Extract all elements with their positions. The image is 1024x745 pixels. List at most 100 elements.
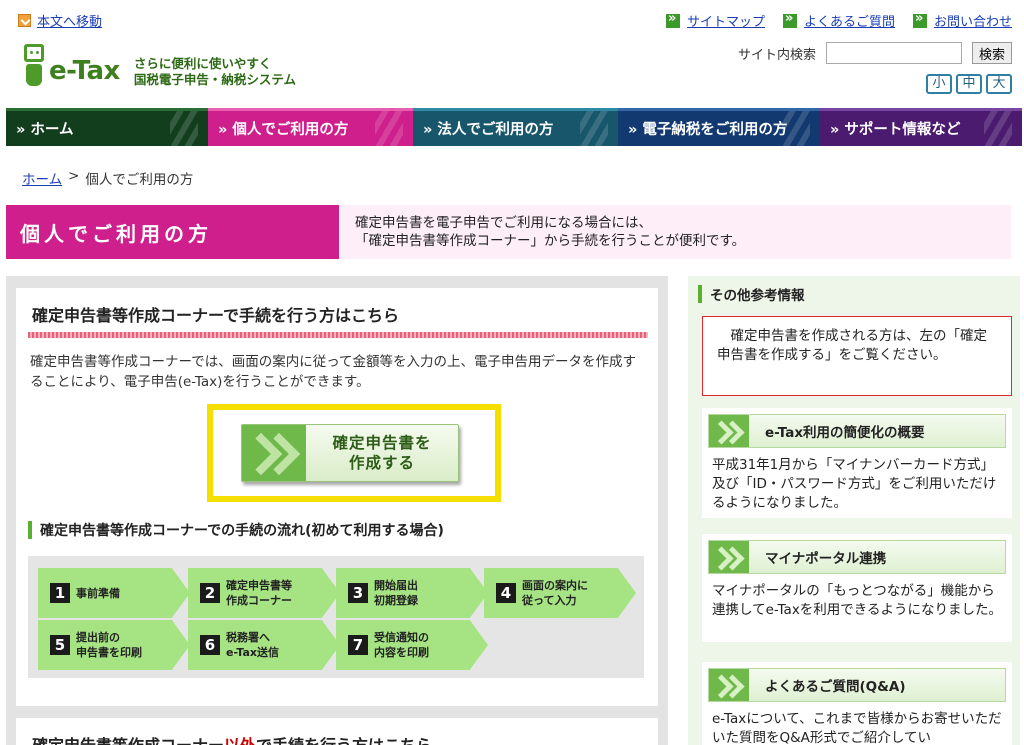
create-return-section: 確定申告書等作成コーナーで手続を行う方はこちら 確定申告書等作成コーナーでは、画…: [16, 288, 658, 706]
flow-step-4: 4 画面の案内に 従って入力: [484, 568, 636, 618]
sidebar-block-faq: よくあるご質問(Q&A) e-Taxについて、これまで皆様からお寄せいただいた質…: [702, 662, 1012, 745]
cta-line1: 確定申告書を: [332, 434, 432, 452]
section-title: 確定申告書等作成コーナーで手続を行う方はこちら: [32, 306, 400, 325]
sidebar-note: 確定申告書を作成される方は、左の「確定申告書を作成する」をご覧ください。: [702, 316, 1012, 396]
skip-link[interactable]: 本文へ移動: [37, 11, 102, 30]
nav-corporate[interactable]: » 法人でご利用の方: [413, 108, 618, 146]
block-body: 平成31年1月から「マイナンバーカード方式」及び「ID・パスワード方式」をご利用…: [712, 457, 997, 511]
heading-bar: [28, 521, 32, 539]
intro-line2: 「確定申告書等作成コーナー」から手続を行うことが便利です。: [355, 233, 746, 249]
flow-step-3: 3 開始届出 初期登録: [336, 568, 488, 618]
step-number: 2: [200, 583, 220, 603]
double-chevron-icon: [242, 425, 306, 481]
main-content: 確定申告書等作成コーナーで手続を行う方はこちら 確定申告書等作成コーナーでは、画…: [6, 276, 668, 745]
contact-link-item[interactable]: お問い合わせ: [912, 11, 1012, 30]
page-intro: 確定申告書を電子申告でご利用になる場合には、 「確定申告書等作成コーナー」から手…: [339, 205, 1011, 259]
double-chevron-icon: [709, 669, 749, 701]
faq-link[interactable]: よくあるご質問: [804, 11, 895, 30]
step-number: 4: [496, 583, 516, 603]
arrow-right-icon: [912, 11, 927, 28]
heading-bar: [698, 285, 702, 303]
other-method-section: 確定申告書等作成コーナー以外で手続を行う方はこちら: [16, 718, 658, 745]
faq-link-item[interactable]: よくあるご質問: [782, 11, 895, 30]
flow-step-5: 5 提出前の 申告書を印刷: [38, 620, 190, 670]
sidebar-block-simplification: e-Tax利用の簡便化の概要 平成31年1月から「マイナンバーカード方式」及び「…: [702, 408, 1012, 518]
flow-step-7: 7 受信通知の 内容を印刷: [336, 620, 488, 670]
font-size-small-button[interactable]: 小: [926, 74, 952, 94]
step-label: 画面の案内に 従って入力: [522, 579, 588, 607]
nav-individual[interactable]: » 個人でご利用の方: [208, 108, 413, 146]
search-button[interactable]: 検索: [971, 42, 1012, 64]
flow-step-2: 2 確定申告書等 作成コーナー: [188, 568, 340, 618]
sidebar-heading: その他参考情報: [698, 284, 805, 304]
step-label: 開始届出 初期登録: [374, 579, 418, 607]
sitemap-link-item[interactable]: サイトマップ: [665, 11, 765, 30]
breadcrumb-separator: >: [68, 168, 80, 184]
block-title: マイナポータル連携: [765, 551, 887, 567]
global-nav: » ホーム » 個人でご利用の方 » 法人でご利用の方 » 電子納税をご利用の方…: [6, 108, 1022, 146]
simplification-link[interactable]: e-Tax利用の簡便化の概要: [708, 414, 1006, 448]
nav-electronic-payment[interactable]: » 電子納税をご利用の方: [618, 108, 820, 146]
arrow-right-icon: [665, 11, 680, 28]
create-return-button[interactable]: 確定申告書を 作成する: [241, 424, 459, 482]
step-number: 5: [50, 635, 70, 655]
page-title: 個人でご利用の方: [6, 205, 339, 259]
step-number: 3: [348, 583, 368, 603]
step-number: 6: [200, 635, 220, 655]
breadcrumb-home[interactable]: ホーム: [22, 168, 62, 188]
sidebar-title: その他参考情報: [710, 288, 805, 304]
mynaportal-link[interactable]: マイナポータル連携: [708, 540, 1006, 574]
block-body: マイナポータルの「もっとつながる」機能から連携してe-Taxを利用できるようにな…: [712, 583, 1003, 618]
flow-steps: 1 事前準備 2 確定申告書等 作成コーナー 3 開始届出 初期登録 4 画面の案内…: [28, 556, 644, 678]
section2-title-a: 確定申告書等作成コーナー: [32, 736, 224, 745]
arrow-down-icon: [18, 14, 31, 27]
font-size-large-button[interactable]: 大: [986, 74, 1012, 94]
tagline-line1: さらに便利に使いやすく: [133, 56, 272, 71]
sidebar: その他参考情報 確定申告書を作成される方は、左の「確定申告書を作成する」をご覧く…: [688, 276, 1020, 745]
create-return-label: 確定申告書を 作成する: [306, 433, 458, 473]
block-body: e-Taxについて、これまで皆様からお寄せいただいた質問をQ&A形式でご紹介して…: [712, 711, 1002, 745]
step-label: 提出前の 申告書を印刷: [76, 631, 142, 659]
block-title: e-Tax利用の簡便化の概要: [765, 425, 925, 441]
etax-mascot-icon: [22, 40, 46, 92]
skip-to-content[interactable]: 本文へ移動: [18, 11, 102, 30]
flow-step-6: 6 税務署へ e-Tax送信: [188, 620, 340, 670]
step-number: 7: [348, 635, 368, 655]
brand-name: e-Tax: [49, 56, 120, 86]
faq-block-link[interactable]: よくあるご質問(Q&A): [708, 668, 1006, 702]
section2-title: 確定申告書等作成コーナー以外で手続を行う方はこちら: [32, 732, 432, 745]
breadcrumb: ホーム > 個人でご利用の方: [22, 168, 193, 188]
search-input[interactable]: [825, 42, 962, 64]
double-chevron-icon: [709, 541, 749, 573]
step-label: 税務署へ e-Tax送信: [226, 631, 280, 659]
tagline-line2: 国税電子申告・納税システム: [133, 72, 296, 87]
tagline: さらに便利に使いやすく 国税電子申告・納税システム: [134, 56, 296, 88]
step-label: 受信通知の 内容を印刷: [374, 631, 429, 659]
cta-line2: 作成する: [348, 454, 415, 472]
block-title: よくあるご質問(Q&A): [765, 679, 906, 695]
flow-title: 確定申告書等作成コーナーでの手続の流れ(初めて利用する場合): [40, 523, 444, 539]
contact-link[interactable]: お問い合わせ: [934, 11, 1012, 30]
nav-home[interactable]: » ホーム: [6, 108, 208, 146]
breadcrumb-current: 個人でご利用の方: [85, 172, 194, 188]
section-description: 確定申告書等作成コーナーでは、画面の案内に従って金額等を入力の上、電子申告用デー…: [30, 354, 637, 390]
intro-line1: 確定申告書を電子申告でご利用になる場合には、: [355, 215, 652, 231]
step-label: 事前準備: [76, 586, 120, 600]
search-label: サイト内検索: [737, 47, 816, 63]
step-number: 1: [50, 583, 70, 603]
site-logo[interactable]: e-Tax さらに便利に使いやすく 国税電子申告・納税システム: [22, 40, 296, 92]
section2-title-emphasis: 以外: [224, 736, 256, 745]
sitemap-link[interactable]: サイトマップ: [687, 11, 765, 30]
section2-title-b: で手続を行う方はこちら: [256, 736, 432, 745]
arrow-right-icon: [782, 11, 797, 28]
double-chevron-icon: [709, 415, 749, 447]
flow-heading: 確定申告書等作成コーナーでの手続の流れ(初めて利用する場合): [28, 520, 444, 540]
font-size-switcher: 小 中 大: [926, 74, 1012, 94]
font-size-medium-button[interactable]: 中: [956, 74, 982, 94]
nav-support[interactable]: » サポート情報など: [820, 108, 1022, 146]
section-divider: [28, 332, 648, 338]
sidebar-block-mynaportal: マイナポータル連携 マイナポータルの「もっとつながる」機能から連携してe-Tax…: [702, 534, 1012, 642]
site-search: サイト内検索 検索: [738, 42, 1012, 64]
step-label: 確定申告書等 作成コーナー: [226, 579, 292, 607]
utility-links: サイトマップ よくあるご質問 お問い合わせ: [665, 11, 1012, 30]
